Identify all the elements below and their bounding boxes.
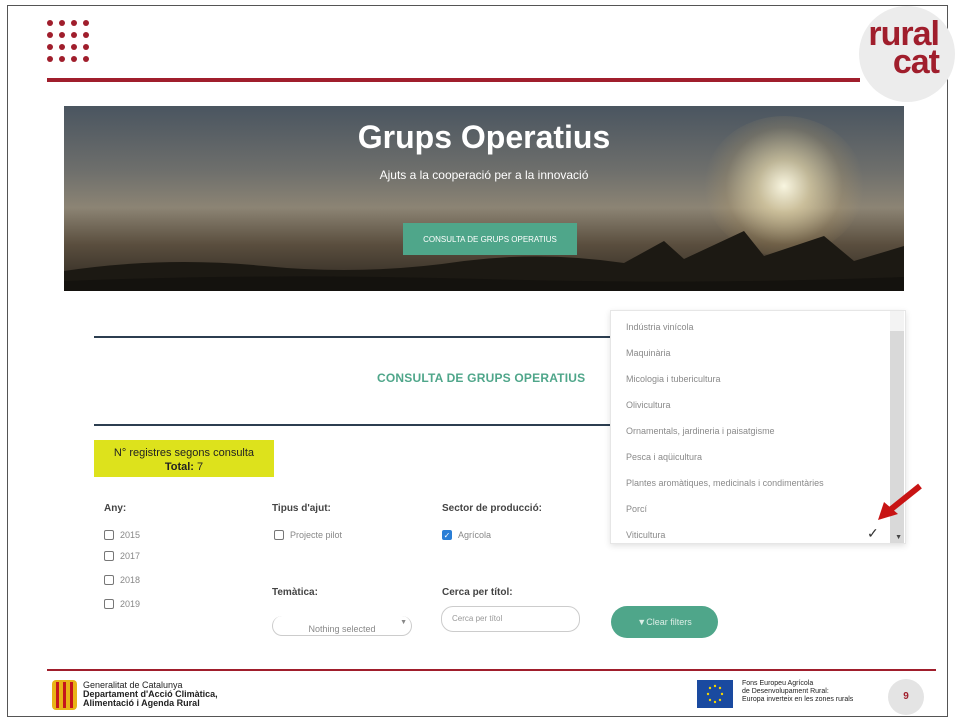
filter-icon: ▼ <box>637 617 647 627</box>
dropdown-item[interactable]: Plantes aromàtiques, medicinals i condim… <box>626 478 824 488</box>
tematica-select[interactable]: Nothing selected ▼ <box>272 616 412 636</box>
section-rule-top <box>94 336 614 338</box>
generalitat-logo <box>52 680 77 710</box>
filter-cerca-label: Cerca per títol: <box>442 587 513 598</box>
checkbox-agricola[interactable]: ✓ Agrícola <box>442 530 491 540</box>
dropdown-item[interactable]: Olivicultura <box>626 400 671 410</box>
scroll-down-icon[interactable]: ▼ <box>895 534 902 541</box>
dropdown-item[interactable]: Maquinària <box>626 348 671 358</box>
checkbox-box[interactable] <box>104 530 114 540</box>
dropdown-item[interactable]: Indústria vinícola <box>626 322 694 332</box>
eu-fund-text: Fons Europeu Agrícola de Desenvolupament… <box>742 680 854 703</box>
filter-any-label: Any: <box>104 503 127 514</box>
tematica-select-value: Nothing selected <box>308 624 376 634</box>
dropdown-item[interactable]: Porcí <box>626 504 647 514</box>
record-count-box: N° registres segons consulta Total: 7 <box>94 440 274 477</box>
red-arrow-icon <box>878 483 922 520</box>
filter-tipus-label: Tipus d'ajut: <box>272 503 331 514</box>
total-value: 7 <box>197 461 204 473</box>
clear-filters-button[interactable]: ▼Clear filters <box>611 606 718 638</box>
eu-flag-icon <box>697 680 733 708</box>
filter-sector-label: Sector de producció: <box>442 503 543 514</box>
page-number: 9 <box>888 679 924 715</box>
dropdown-item[interactable]: Micologia i tubericultura <box>626 374 721 384</box>
checkbox-2015[interactable]: 2015 <box>104 530 140 540</box>
footer-rule <box>47 669 936 671</box>
checkbox-box[interactable] <box>274 530 284 540</box>
checkbox-2019[interactable]: 2019 <box>104 599 140 609</box>
checkbox-box[interactable] <box>104 551 114 561</box>
count-label: N° registres segons consulta <box>113 447 255 459</box>
filter-tematica-label: Temàtica: <box>272 587 318 598</box>
checkbox-projecte-pilot[interactable]: Projecte pilot <box>274 530 342 540</box>
dropdown-item-selected[interactable]: Viticultura <box>626 530 665 540</box>
dropdown-item[interactable]: Ornamentals, jardineria i paisatgisme <box>626 426 775 436</box>
sector-dropdown-list[interactable]: Indústria vinícola Maquinària Micologia … <box>610 310 906 544</box>
dots-logo <box>47 20 93 68</box>
generalitat-text: Generalitat de Catalunya Departament d'A… <box>83 680 218 708</box>
ruralcat-logo: rural cat <box>859 6 955 102</box>
check-icon[interactable]: ✓ <box>442 530 452 540</box>
hero-subtitle: Ajuts a la cooperació per a la innovació <box>379 168 589 182</box>
dropdown-item[interactable]: Pesca i aqüicultura <box>626 452 702 462</box>
consult-title: CONSULTA DE GRUPS OPERATIUS <box>377 371 586 385</box>
section-rule-bottom <box>94 424 614 426</box>
search-input[interactable]: Cerca per títol <box>441 606 580 632</box>
checkbox-2017[interactable]: 2017 <box>104 551 140 561</box>
total-label: Total: <box>164 461 194 473</box>
header-rule <box>47 78 860 82</box>
consulta-button[interactable]: CONSULTA DE GRUPS OPERATIUS <box>403 223 577 255</box>
hero-banner: Grups Operatius Ajuts a la cooperació pe… <box>64 106 904 291</box>
hero-title: Grups Operatius <box>357 119 611 155</box>
chevron-down-icon: ▼ <box>400 619 407 626</box>
checkbox-2018[interactable]: 2018 <box>104 575 140 585</box>
checkbox-box[interactable] <box>104 599 114 609</box>
checkbox-box[interactable] <box>104 575 114 585</box>
scrollbar-track-top[interactable] <box>890 311 904 331</box>
